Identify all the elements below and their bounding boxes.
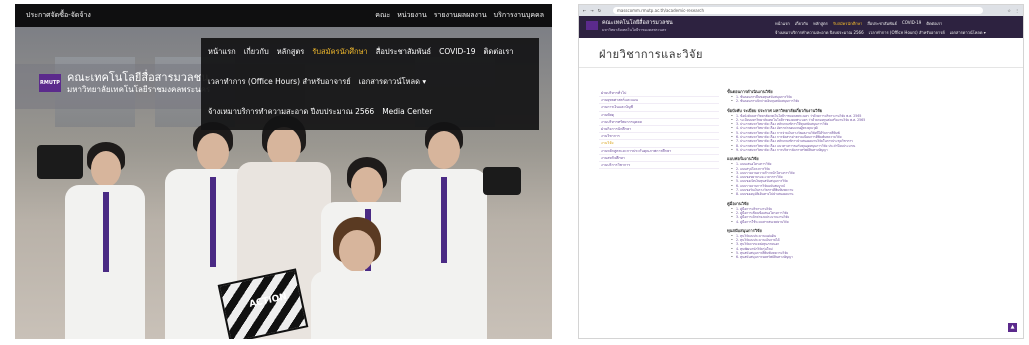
page-title: ฝ่ายวิชาการและวิจัย xyxy=(599,48,703,61)
sidebar-item[interactable]: ฝ่ายบริหารทั่วไป xyxy=(599,90,719,98)
university-logo[interactable] xyxy=(586,21,598,30)
back-icon[interactable]: ← xyxy=(583,5,586,16)
sidebar-item[interactable]: งานการเงินและบัญชี xyxy=(599,104,719,112)
menu-icon[interactable]: ⋮ xyxy=(1015,5,1019,16)
nav-covid[interactable]: COVID-19 xyxy=(902,20,921,27)
site-header: คณะเทคโนโลยีสื่อสารมวลชน มหาวิทยาลัยเทคโ… xyxy=(579,16,1023,38)
menu-contact[interactable]: ติดต่อเรา xyxy=(484,46,514,58)
sidebar-item[interactable]: งานวิจัย xyxy=(599,140,719,148)
document-link[interactable]: 6. ทุนสนับสนุนการจดทรัพย์สินทางปัญญา xyxy=(727,255,1015,259)
chevron-down-icon: ▾ xyxy=(422,77,427,86)
menu-admission[interactable]: รับสมัครนักศึกษา xyxy=(312,46,367,58)
sidebar-item[interactable]: งานพัสดุ xyxy=(599,112,719,119)
site-subtitle: มหาวิทยาลัยเทคโนโลยีราชมงคลพระนคร xyxy=(602,28,667,32)
menu-covid[interactable]: COVID-19 xyxy=(439,46,475,58)
menu-home[interactable]: หน้าแรก xyxy=(208,46,236,58)
research-content: ขั้นตอนการดำเนินงานวิจัย1. ขั้นตอนการยื่… xyxy=(727,85,1015,260)
site-nav-primary: หน้าแรก เกี่ยวกับ หลักสูตร รับสมัครนักศึ… xyxy=(775,20,942,27)
browser-extensions: ☆ ⋮ xyxy=(1007,5,1019,16)
bookmark-icon[interactable]: ☆ xyxy=(1007,5,1011,16)
sidebar-item[interactable]: งานวิชาการ xyxy=(599,133,719,141)
back-to-top-button[interactable]: ▲ xyxy=(1008,323,1017,332)
utility-link-hr[interactable]: บริการงานบุคคล xyxy=(494,4,544,27)
menu-media-center[interactable]: Media Center xyxy=(382,106,432,118)
site-title[interactable]: คณะเทคโนโลยีสื่อสารมวลชน xyxy=(602,19,673,27)
nav-contact[interactable]: ติดต่อเรา xyxy=(926,20,942,27)
homepage-screenshot: ประกาศจัดซื้อ-จัดจ้าง คณะ หน่วยงาน รายงา… xyxy=(15,4,552,339)
top-utility-bar: ประกาศจัดซื้อ-จัดจ้าง คณะ หน่วยงาน รายงา… xyxy=(15,4,552,27)
document-link[interactable]: 9. ประกาศมหาวิทยาลัย เรื่อง การบริหารจัด… xyxy=(727,148,1015,152)
nav-pr-media[interactable]: สื่อประชาสัมพันธ์ xyxy=(867,20,897,27)
nav-about[interactable]: เกี่ยวกับ xyxy=(795,20,808,27)
menu-row-tertiary: จ้างเหมาบริการทำความสะอาด ปีงบประมาณ 256… xyxy=(208,106,432,118)
browser-toolbar: ← → ↻ masscomm.rmutp.ac.th/academic-rese… xyxy=(579,5,1023,16)
university-name: มหาวิทยาลัยเทคโนโลยีราชมงคลพระนคร xyxy=(67,85,211,94)
menu-cleaning-service[interactable]: จ้างเหมาบริการทำความสะอาด ปีงบประมาณ 256… xyxy=(208,106,374,118)
camera-icon xyxy=(483,167,521,195)
menu-row-secondary: เวลาทำการ (Office Hours) สำหรับอาจารย์ เ… xyxy=(208,76,426,88)
research-page-screenshot: ← → ↻ masscomm.rmutp.ac.th/academic-rese… xyxy=(578,4,1024,339)
browser-nav: ← → ↻ xyxy=(583,5,601,16)
menu-downloads-label: เอกสารดาวน์โหลด xyxy=(358,77,420,86)
document-link[interactable]: 2. ขั้นตอนการเบิกจ่ายเงินทุนสนับสนุนการว… xyxy=(727,99,1015,103)
menu-about[interactable]: เกี่ยวกับ xyxy=(244,46,269,58)
menu-programs[interactable]: หลักสูตร xyxy=(277,46,305,58)
nav-admission[interactable]: รับสมัครนักศึกษา xyxy=(833,20,863,27)
procurement-link[interactable]: ประกาศจัดซื้อ-จัดจ้าง xyxy=(26,4,91,27)
nav-home[interactable]: หน้าแรก xyxy=(775,20,790,27)
main-menu: หน้าแรก เกี่ยวกับ หลักสูตร รับสมัครนักศึ… xyxy=(201,38,539,130)
menu-downloads[interactable]: เอกสารดาวน์โหลด ▾ xyxy=(359,76,426,88)
sidebar-item[interactable]: งานหลักสูตรและการประกันคุณภาพการศึกษา xyxy=(599,148,719,155)
reload-icon[interactable]: ↻ xyxy=(598,5,601,16)
nav-programs[interactable]: หลักสูตร xyxy=(813,20,828,27)
utility-links: คณะ หน่วยงาน รายงานผลผลงาน บริการงานบุคค… xyxy=(375,4,544,27)
menu-row-primary: หน้าแรก เกี่ยวกับ หลักสูตร รับสมัครนักศึ… xyxy=(208,46,513,58)
sidebar-item[interactable]: งานสหกิจศึกษา xyxy=(599,155,719,163)
nav-downloads[interactable]: เอกสารดาวน์โหลด ▾ xyxy=(950,29,986,36)
sidebar-item[interactable]: งานบริการวิชาการ xyxy=(599,162,719,170)
address-bar[interactable]: masscomm.rmutp.ac.th/academic-research xyxy=(613,7,983,14)
utility-link-units[interactable]: หน่วยงาน xyxy=(397,4,427,27)
nav-office-hours[interactable]: เวลาทำการ (Office Hours) สำหรับอาจารย์ xyxy=(869,29,945,36)
university-logo[interactable]: RMUTP xyxy=(39,74,61,92)
sidebar-item[interactable]: งานยุทธศาสตร์และแผน xyxy=(599,97,719,105)
nav-cleaning-service[interactable]: จ้างเหมาบริการทำความสะอาด ปีงบประมาณ 256… xyxy=(775,29,864,36)
forward-icon[interactable]: → xyxy=(590,5,593,16)
site-nav-secondary: จ้างเหมาบริการทำความสะอาด ปีงบประมาณ 256… xyxy=(775,29,986,36)
menu-pr-media[interactable]: สื่อประชาสัมพันธ์ xyxy=(376,46,431,58)
utility-link-faculty[interactable]: คณะ xyxy=(375,4,390,27)
document-link[interactable]: 4. คู่มือการใช้ระบบสารสนเทศงานวิจัย xyxy=(727,220,1015,224)
utility-link-reports[interactable]: รายงานผลผลงาน xyxy=(434,4,487,27)
video-camera-icon xyxy=(37,145,83,179)
menu-office-hours[interactable]: เวลาทำการ (Office Hours) สำหรับอาจารย์ xyxy=(208,76,351,88)
sidebar-menu: ฝ่ายบริหารทั่วไป งานยุทธศาสตร์และแผน งานกา… xyxy=(599,90,719,170)
sidebar-item[interactable]: ฝ่ายกิจการนักศึกษา xyxy=(599,126,719,134)
document-link[interactable]: 8. แบบขออนุมัติเดินทางไปนำเสนอผลงาน xyxy=(727,192,1015,196)
sidebar-item[interactable]: งานบริหารทรัพยากรบุคคล xyxy=(599,119,719,127)
heading-divider xyxy=(579,67,1023,68)
